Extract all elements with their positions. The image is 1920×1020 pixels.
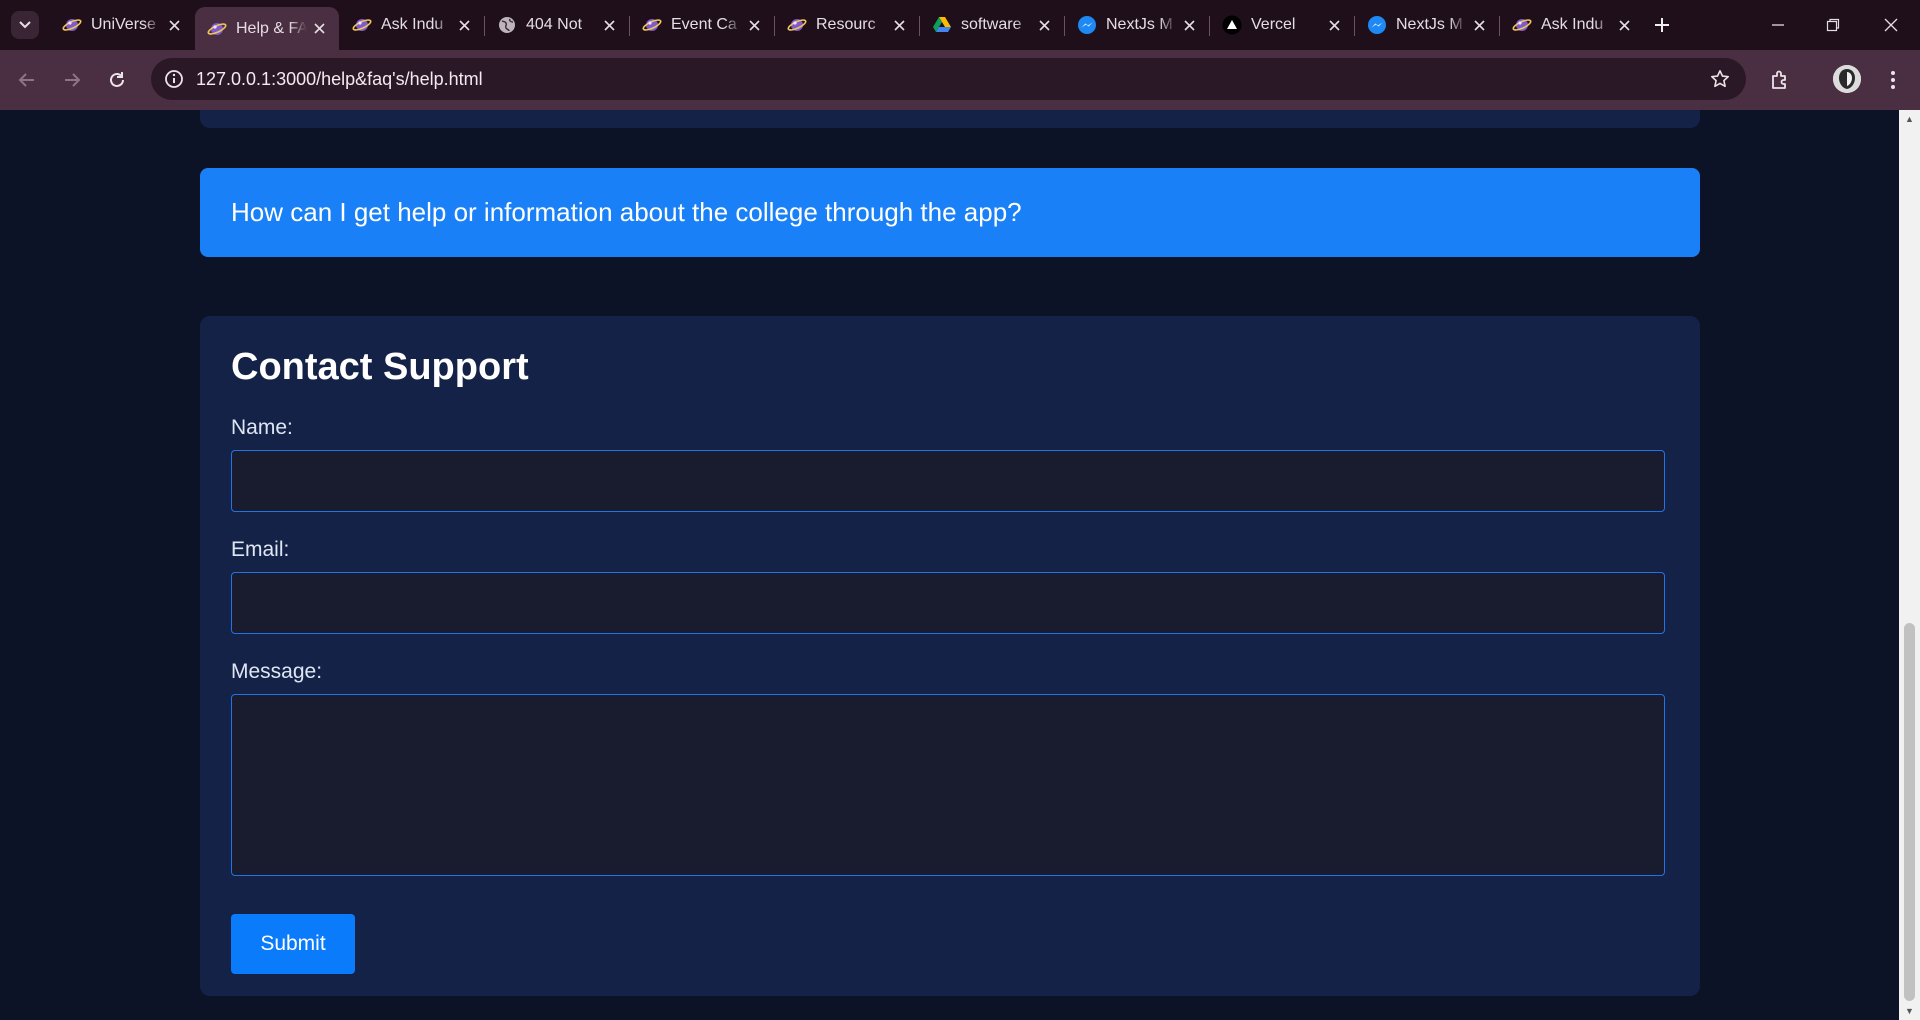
tab-title: Event Ca — [671, 16, 737, 33]
browser-tab[interactable]: Ask Indu — [1500, 7, 1644, 43]
tab-close-icon[interactable] — [597, 13, 621, 37]
plus-icon — [1655, 18, 1669, 32]
tab-separator — [629, 16, 630, 36]
chevron-down-icon — [19, 21, 31, 29]
tab-close-icon[interactable] — [887, 13, 911, 37]
url-text[interactable]: 127.0.0.1:3000/help&faq's/help.html — [196, 69, 483, 90]
universe-favicon-icon — [207, 19, 227, 39]
faq-question-text: How can I get help or information about … — [231, 197, 1022, 227]
reload-button[interactable] — [101, 64, 133, 96]
tab-close-icon[interactable] — [742, 13, 766, 37]
forward-button[interactable] — [56, 64, 88, 96]
tab-strip: UniVerse Help & FAQ Ask Indu 404 Not Event C… — [0, 0, 1920, 50]
tab-title: NextJs M — [1396, 16, 1463, 33]
tab-separator — [1499, 16, 1500, 36]
universe-favicon-icon — [1512, 15, 1532, 35]
globe-icon — [497, 15, 517, 35]
messenger-icon — [1077, 15, 1097, 35]
browser-tab[interactable]: Resourc — [775, 7, 919, 43]
scroll-down-arrow-icon[interactable]: ▼ — [1899, 1002, 1920, 1020]
browser-tab[interactable]: Event Ca — [630, 7, 774, 43]
browser-tab[interactable]: NextJs M — [1065, 7, 1209, 43]
universe-favicon-icon — [352, 15, 372, 35]
browser-tab[interactable]: software — [920, 7, 1064, 43]
tab-close-icon[interactable] — [162, 13, 186, 37]
submit-button[interactable]: Submit — [231, 914, 355, 974]
tab-title: Ask Indu — [1541, 16, 1604, 33]
restore-button[interactable] — [1813, 6, 1853, 44]
faq-question-item[interactable]: How can I get help or information about … — [200, 168, 1700, 257]
extensions-icon[interactable] — [1765, 64, 1797, 96]
arrow-right-icon — [65, 73, 81, 87]
minimize-icon — [1772, 24, 1784, 26]
browser-tab[interactable]: UniVerse — [50, 7, 194, 43]
minimize-button[interactable] — [1758, 6, 1798, 44]
browser-tab[interactable]: 404 Not — [485, 7, 629, 43]
contact-support-title: Contact Support — [231, 346, 529, 388]
site-info-icon[interactable] — [161, 66, 187, 92]
menu-kebab-icon[interactable] — [1877, 64, 1909, 96]
page-viewport: How can I get help or information about … — [0, 110, 1899, 1020]
tab-close-icon[interactable] — [452, 13, 476, 37]
page-scrollbar[interactable]: ▲ ▼ — [1899, 110, 1920, 1020]
back-button[interactable] — [11, 64, 43, 96]
bookmark-star-icon[interactable] — [1708, 67, 1732, 91]
close-window-button[interactable] — [1871, 6, 1911, 44]
universe-favicon-icon — [62, 15, 82, 35]
tab-separator — [1209, 16, 1210, 36]
new-tab-button[interactable] — [1648, 11, 1676, 39]
tab-close-icon[interactable] — [1612, 13, 1636, 37]
browser-tab[interactable]: Vercel — [1210, 7, 1354, 43]
google-drive-icon — [932, 15, 952, 35]
profile-avatar[interactable] — [1833, 65, 1861, 93]
close-icon — [1884, 18, 1898, 32]
universe-favicon-icon — [642, 15, 662, 35]
tab-close-icon[interactable] — [1467, 13, 1491, 37]
tab-title: Ask Indu — [381, 16, 444, 33]
message-textarea[interactable] — [231, 694, 1665, 876]
scrollbar-thumb[interactable] — [1904, 623, 1915, 1001]
tab-title: software — [961, 16, 1022, 33]
email-input[interactable] — [231, 572, 1665, 634]
tab-search-button[interactable] — [11, 11, 39, 39]
scroll-up-arrow-icon[interactable]: ▲ — [1899, 110, 1920, 128]
tab-close-icon[interactable] — [1322, 13, 1346, 37]
browser-tab[interactable]: NextJs M — [1355, 7, 1499, 43]
browser-toolbar: 127.0.0.1:3000/help&faq's/help.html — [0, 50, 1920, 110]
universe-favicon-icon — [787, 15, 807, 35]
tab-title: NextJs M — [1106, 16, 1173, 33]
tab-separator — [484, 16, 485, 36]
reload-icon — [110, 72, 124, 87]
tab-separator — [774, 16, 775, 36]
tab-separator — [919, 16, 920, 36]
browser-tab[interactable]: Ask Indu — [340, 7, 484, 43]
tab-title: Vercel — [1251, 16, 1296, 33]
address-bar[interactable]: 127.0.0.1:3000/help&faq's/help.html — [151, 58, 1746, 100]
tab-separator — [1064, 16, 1065, 36]
email-label: Email: — [231, 538, 290, 561]
browser-tab[interactable]: Help & FAQ — [195, 7, 339, 50]
contact-support-card: Contact Support Name: Email: Message: Su… — [200, 316, 1700, 996]
tab-title: 404 Not — [526, 16, 583, 33]
messenger-icon — [1367, 15, 1387, 35]
arrow-left-icon — [18, 73, 34, 87]
message-label: Message: — [231, 660, 323, 683]
tab-separator — [1354, 16, 1355, 36]
tab-title: Help & FAQ — [236, 19, 307, 37]
tab-close-icon[interactable] — [1032, 13, 1056, 37]
tab-title: Resourc — [816, 16, 876, 33]
tab-close-icon[interactable] — [1177, 13, 1201, 37]
name-input[interactable] — [231, 450, 1665, 512]
previous-faq-card — [200, 110, 1700, 128]
name-label: Name: — [231, 416, 293, 439]
tab-title: UniVerse — [91, 16, 156, 33]
vercel-icon — [1222, 15, 1242, 35]
restore-icon — [1826, 18, 1840, 32]
tab-close-icon[interactable] — [307, 17, 331, 41]
